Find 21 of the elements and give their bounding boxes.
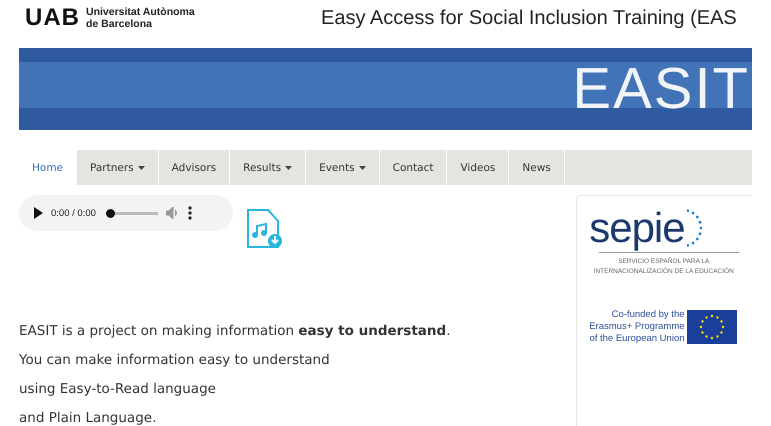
audio-player[interactable]: 0:00 / 0:00: [19, 195, 233, 231]
page-title: Easy Access for Social Inclusion Training (EAS: [321, 6, 737, 30]
play-icon: [33, 207, 43, 219]
audio-file-download-icon: [246, 209, 284, 249]
logo-text: Universitat Autònoma de Barcelona: [86, 6, 195, 30]
nav-tab[interactable]: Home: [19, 150, 78, 185]
time-display: 0:00 / 0:00: [51, 208, 96, 218]
intro-text: and Plain Language.: [19, 409, 158, 426]
intro-text: EASIT is a project on making information easy to understand.: [19, 322, 452, 341]
logo-mark: UAB: [25, 4, 80, 32]
volume-icon: [166, 207, 180, 219]
banner-logo: EASIT: [572, 59, 751, 119]
stars-icon: [686, 209, 702, 247]
nav-tab[interactable]: Advisors: [158, 150, 230, 185]
eu-flag-icon: [686, 310, 737, 344]
nav-tab[interactable]: Contact: [380, 150, 448, 185]
intro-text: You can make information easy to understand: [19, 351, 331, 370]
sepie-logo: sepie: [589, 206, 685, 250]
intro-text: using Easy-to-Read language: [19, 380, 217, 399]
erasmus-text: Co-funded by the Erasmus+ Programme of the European Union: [589, 309, 685, 345]
more-icon: [188, 206, 192, 220]
